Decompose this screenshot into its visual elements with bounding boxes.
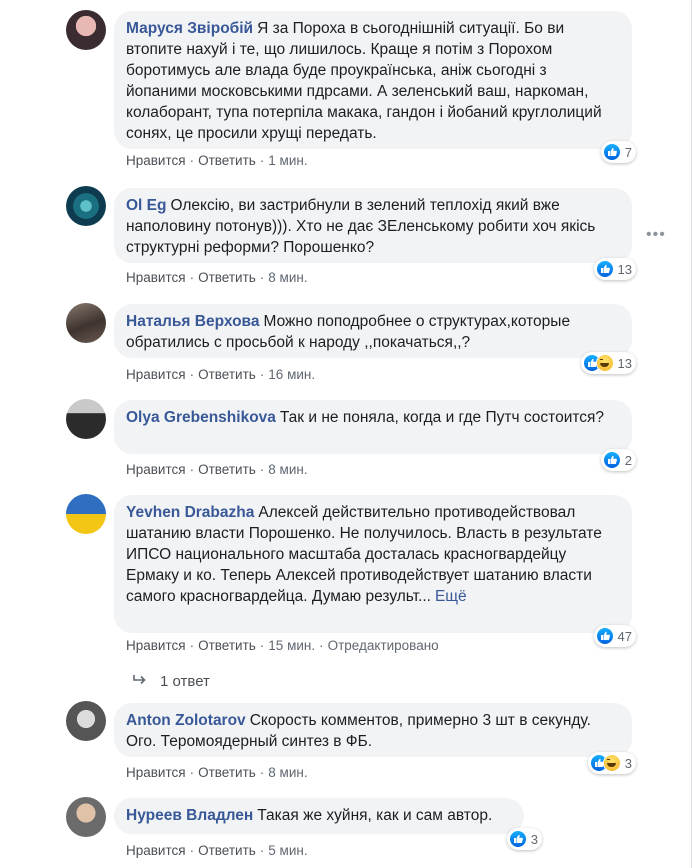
reply-button[interactable]: Ответить	[198, 367, 256, 382]
avatar[interactable]	[66, 303, 106, 343]
comment-actions: Нравится · Ответить · 15 мин. · Отредактирован…	[126, 638, 439, 653]
comment-actions: Нравится · Ответить · 8 мин.	[126, 462, 308, 477]
comment-timestamp[interactable]: 8 мин.	[268, 765, 307, 780]
reaction-count: 13	[617, 261, 632, 277]
comment-text: Я за Пороха в сьогоднішній ситуації. Бо …	[126, 20, 602, 142]
comment-author[interactable]: Olya Grebenshikova	[126, 409, 276, 426]
comment-bubble: Ol Eg Олексію, ви застрибнули в зелений т…	[114, 188, 636, 280]
like-button[interactable]: Нравится	[126, 462, 186, 477]
like-button[interactable]: Нравится	[126, 765, 186, 780]
avatar[interactable]	[66, 701, 106, 741]
reaction-count: 7	[624, 144, 632, 160]
comment-author[interactable]: Yevhen Drabazha	[126, 504, 254, 521]
comment-text: Такая же хуйня, как и сам автор.	[257, 807, 493, 824]
avatar[interactable]	[66, 186, 106, 226]
comment-options-icon[interactable]: •••	[646, 226, 666, 244]
reactions-badge[interactable]: 13	[593, 258, 636, 280]
reply-button[interactable]: Ответить	[198, 462, 256, 477]
reactions-badge[interactable]: 7	[600, 141, 636, 163]
edited-label[interactable]: Отредактировано	[328, 638, 439, 653]
comment-actions: Нравится · Ответить · 8 мин.	[126, 270, 308, 285]
comment-bubble: Нуреев Владлен Такая же хуйня, как и сам …	[114, 798, 542, 850]
like-icon	[508, 830, 527, 848]
reactions-badge[interactable]: 13	[580, 352, 636, 374]
comment-timestamp[interactable]: 16 мин.	[268, 367, 315, 382]
like-icon	[595, 260, 614, 278]
reply-button[interactable]: Ответить	[198, 765, 256, 780]
comment-bubble: Olya Grebenshikova Так и не поняла, когда…	[114, 400, 636, 471]
comment-actions: Нравится · Ответить · 16 мин.	[126, 367, 316, 382]
like-button[interactable]: Нравится	[126, 638, 186, 653]
like-button[interactable]: Нравится	[126, 367, 186, 382]
comment-timestamp[interactable]: 5 мин.	[268, 843, 307, 858]
like-icon	[602, 451, 621, 469]
haha-icon	[595, 354, 614, 372]
haha-icon	[602, 754, 621, 772]
comment-timestamp[interactable]: 1 мин.	[268, 153, 307, 168]
comment-actions: Нравится · Ответить · 8 мин.	[126, 765, 308, 780]
reaction-count: 2	[624, 452, 632, 468]
reactions-badge[interactable]: 3	[587, 752, 636, 774]
reactions-badge[interactable]: 47	[593, 625, 636, 647]
comment-author[interactable]: Нуреев Владлен	[126, 807, 253, 824]
comment-bubble: Anton Zolotarov Скорость комментов, приме…	[114, 703, 636, 774]
reactions-badge[interactable]: 2	[600, 449, 636, 471]
see-more-link[interactable]: Ещё	[435, 588, 467, 605]
comment-timestamp[interactable]: 8 мин.	[268, 270, 307, 285]
reaction-count: 47	[617, 628, 632, 644]
comment-text: Так и не поняла, когда и где Путч состои…	[279, 409, 605, 426]
avatar[interactable]	[66, 10, 106, 50]
like-icon	[602, 143, 621, 161]
comment-bubble: Наталья Верхова Можно поподробнее о струк…	[114, 304, 636, 374]
avatar[interactable]	[66, 399, 106, 439]
comment-timestamp[interactable]: 8 мин.	[268, 462, 307, 477]
comment-author[interactable]: Anton Zolotarov	[126, 712, 246, 729]
comment-author[interactable]: Наталья Верхова	[126, 313, 259, 330]
reply-arrow-icon	[132, 673, 148, 690]
like-button[interactable]: Нравится	[126, 153, 186, 168]
comment-timestamp[interactable]: 15 мин.	[268, 638, 315, 653]
reply-button[interactable]: Ответить	[198, 638, 256, 653]
comment-actions: Нравится · Ответить · 5 мин.	[126, 843, 308, 858]
comment-text: Олексію, ви застрибнули в зелений теплох…	[126, 197, 596, 256]
avatar[interactable]	[66, 494, 106, 534]
like-button[interactable]: Нравится	[126, 270, 186, 285]
like-button[interactable]: Нравится	[126, 843, 186, 858]
comment-bubble: Yevhen Drabazha Алексей действительно про…	[114, 495, 636, 647]
replies-count[interactable]: 1 ответ	[160, 673, 210, 690]
reply-button[interactable]: Ответить	[198, 153, 256, 168]
reply-button[interactable]: Ответить	[198, 843, 256, 858]
avatar[interactable]	[66, 797, 106, 837]
comment-author[interactable]: Маруся Звіробій	[126, 20, 253, 37]
reaction-count: 3	[530, 831, 538, 847]
reaction-count: 3	[624, 755, 632, 771]
comment-author[interactable]: Ol Eg	[126, 197, 166, 214]
like-icon	[595, 627, 614, 645]
reaction-count: 13	[617, 355, 632, 371]
reply-button[interactable]: Ответить	[198, 270, 256, 285]
view-replies-link[interactable]: 1 ответ	[132, 673, 210, 690]
comment-bubble: Маруся Звіробій Я за Пороха в сьогоднішні…	[114, 11, 636, 163]
reactions-badge[interactable]: 3	[506, 828, 542, 850]
comment-actions: Нравится · Ответить · 1 мин.	[126, 153, 308, 168]
